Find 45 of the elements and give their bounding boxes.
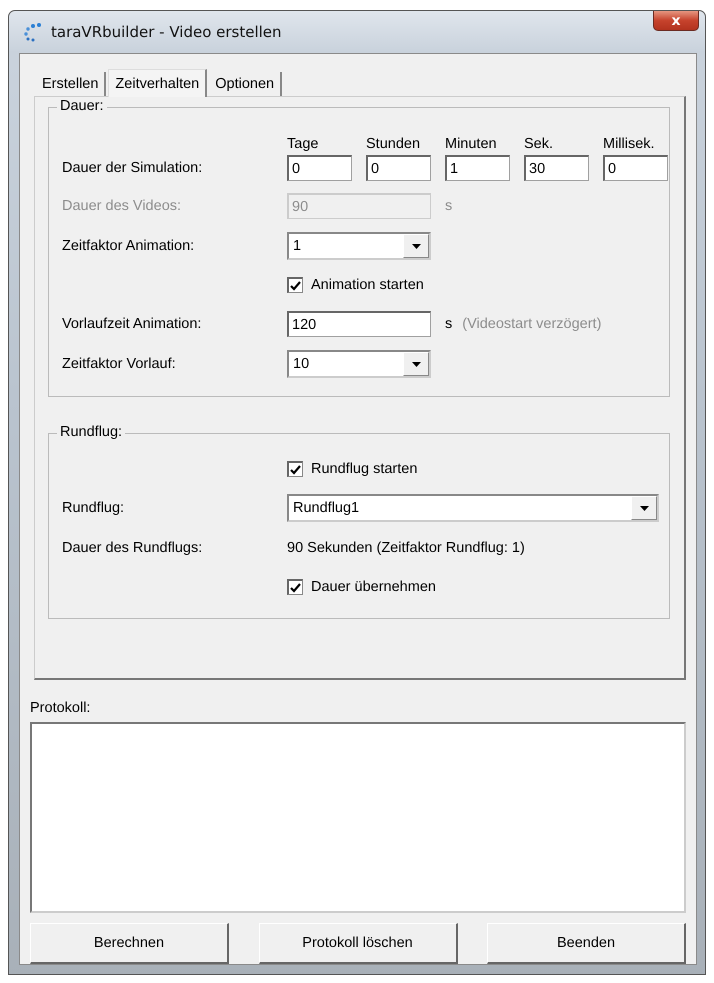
dropdown[interactable]: 10 [287, 350, 431, 378]
input-field[interactable]: 1 [445, 155, 510, 181]
dropdown[interactable]: 1 [287, 232, 431, 260]
dialog-button[interactable]: Beenden [487, 923, 686, 964]
checkbox[interactable]: Animation starten [287, 277, 424, 293]
column-header: Tage [287, 136, 320, 152]
field-label: Dauer der Simulation: [62, 160, 204, 176]
unit-label: s [445, 198, 452, 214]
hint-text: (Videostart verzögert) [462, 316, 602, 332]
column-header: Millisek. [603, 136, 656, 152]
value-text: 90 Sekunden (Zeitfaktor Rundflug: 1) [287, 540, 525, 556]
column-header: Minuten [445, 136, 498, 152]
input-field[interactable]: 0 [287, 155, 352, 181]
checkbox-box[interactable] [287, 461, 303, 477]
dropdown[interactable]: Rundflug1 [287, 494, 659, 522]
field-label: Dauer des Videos: [62, 198, 182, 214]
checkbox-box[interactable] [287, 579, 303, 595]
checkbox-box[interactable] [287, 277, 303, 293]
field-label: Zeitfaktor Animation: [62, 238, 196, 254]
input-field[interactable]: 0 [366, 155, 431, 181]
column-header: Stunden [366, 136, 422, 152]
field-label: Zeitfaktor Vorlauf: [62, 356, 177, 372]
field-label: Rundflug: [62, 500, 126, 516]
input-field[interactable]: 30 [524, 155, 589, 181]
check-icon [290, 280, 301, 290]
caret-icon [412, 244, 420, 248]
input-field[interactable]: 0 [603, 155, 668, 181]
caret-icon [640, 506, 648, 510]
window-title: taraVRbuilder - Video erstellen [51, 23, 282, 41]
column-header: Sek. [524, 136, 554, 152]
group-title: Rundflug: [57, 424, 126, 440]
dialog-button[interactable]: Protokoll löschen [258, 923, 458, 964]
checkbox[interactable]: Dauer übernehmen [287, 579, 436, 595]
unit-label: s [445, 316, 452, 332]
check-icon [290, 464, 301, 474]
tab[interactable]: Zeitverhalten [108, 69, 208, 97]
close-button[interactable]: x [653, 11, 699, 31]
field-label: Vorlaufzeit Animation: [62, 316, 202, 332]
checkbox[interactable]: Rundflug starten [287, 461, 418, 477]
caret-icon [412, 362, 420, 366]
check-icon [290, 582, 301, 592]
log-label: Protokoll: [30, 700, 92, 716]
input-field[interactable]: 120 [287, 311, 431, 337]
field-label: Dauer des Rundflugs: [62, 540, 204, 556]
dialog-button[interactable]: Berechnen [30, 923, 229, 964]
